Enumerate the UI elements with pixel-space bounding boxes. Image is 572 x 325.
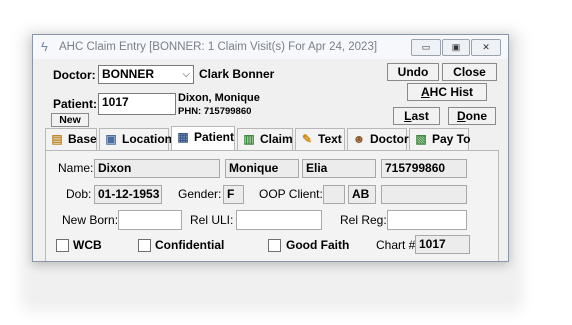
rel-uli-label: Rel ULI: (190, 213, 234, 227)
undo-button[interactable]: Undo (387, 63, 439, 81)
gender-value: F (227, 187, 235, 201)
dob-label: Dob: (66, 187, 92, 201)
tab-location[interactable]: ▣ Location (99, 128, 172, 150)
province-extra-field[interactable] (381, 185, 467, 204)
rel-reg-label: Rel Reg: (340, 213, 387, 227)
lightning-icon: ϟ (41, 39, 48, 54)
close-window-button[interactable]: ✕ (471, 39, 501, 56)
minimize-button[interactable]: ▭ (411, 39, 441, 56)
first-name-value: Monique (229, 161, 279, 175)
undo-label: Undo (397, 65, 429, 79)
last-name-value: Dixon (98, 161, 132, 175)
patient-tab-panel: Name: Dixon Monique Elia 715799860 Dob: … (45, 150, 499, 261)
close-button[interactable]: Close (442, 63, 497, 81)
patient-name-display: Dixon, Monique (178, 92, 260, 104)
tab-pay-to[interactable]: ▧ Pay To (409, 128, 471, 150)
ahc-hist-label: HC Hist (429, 85, 473, 99)
window-title: AHC Claim Entry [BONNER: 1 Claim Visit(s… (59, 41, 378, 53)
tab-text[interactable]: ✎ Text (295, 128, 345, 150)
maximize-icon: ▣ (451, 42, 461, 52)
done-label: one (465, 109, 487, 123)
minimize-icon: ▭ (421, 42, 431, 52)
chart-number-label: Chart # (376, 238, 416, 252)
last-name-field[interactable]: Dixon (94, 159, 220, 178)
gender-label: Gender: (178, 187, 222, 201)
good-faith-checkbox[interactable] (268, 239, 281, 252)
close-label: Close (453, 65, 486, 79)
dob-value: 01-12-1953 (98, 187, 160, 201)
patient-number-value: 1017 (102, 95, 129, 109)
wcb-label: WCB (73, 238, 102, 252)
chart-number-value: 1017 (419, 237, 446, 251)
tab-text-label: Text (318, 132, 342, 146)
first-name-field[interactable]: Monique (225, 159, 299, 178)
tab-doctor[interactable]: ☻ Doctor (347, 128, 409, 150)
good-faith-label: Good Faith (286, 238, 350, 252)
payment-icon: ▧ (415, 132, 427, 146)
ahc-hist-button[interactable]: AHC Hist (407, 83, 487, 101)
title-bar[interactable]: ϟ AHC Claim Entry [BONNER: 1 Claim Visit… (33, 35, 508, 59)
dob-field[interactable]: 01-12-1953 (94, 185, 162, 204)
last-button[interactable]: Last (393, 107, 440, 125)
middle-name-value: Elia (306, 161, 328, 175)
done-mnemonic: D (456, 109, 466, 123)
patient-number-input[interactable]: 1017 (98, 93, 176, 115)
province-value: AB (352, 187, 370, 201)
patient-label: Patient: (53, 97, 98, 111)
maximize-button[interactable]: ▣ (442, 39, 470, 56)
middle-name-field[interactable]: Elia (302, 159, 376, 178)
tab-patient-label: Patient (194, 130, 235, 144)
done-button[interactable]: Done (448, 107, 496, 125)
oop-client-field[interactable] (323, 185, 345, 204)
wcb-checkbox[interactable] (56, 239, 69, 252)
tab-claim[interactable]: ▥ Claim (237, 128, 293, 150)
ahc-hist-mnemonic: A (420, 85, 430, 99)
tab-base[interactable]: ▤ Base (45, 128, 97, 150)
tab-location-label: Location (122, 132, 172, 146)
chevron-down-icon: ⌵ (182, 69, 190, 80)
doctor-full-name: Clark Bonner (199, 67, 275, 81)
tab-patient[interactable]: ▦ Patient (171, 126, 235, 151)
chart-number-field[interactable]: 1017 (415, 235, 470, 254)
newborn-input[interactable] (118, 210, 182, 230)
confidential-checkbox[interactable] (138, 239, 151, 252)
last-mnemonic: L (404, 109, 412, 123)
claim-entry-window: ϟ AHC Claim Entry [BONNER: 1 Claim Visit… (32, 34, 509, 262)
tab-claim-label: Claim (260, 132, 293, 146)
claim-form-icon: ▥ (243, 132, 255, 146)
patient-phn-display: PHN: 715799860 (178, 106, 252, 117)
last-label: ast (411, 109, 429, 123)
newborn-label: New Born: (62, 213, 119, 227)
pencil-icon: ✎ (301, 132, 313, 146)
phn-field[interactable]: 715799860 (381, 159, 467, 178)
province-field[interactable]: AB (348, 185, 376, 204)
tab-base-label: Base (68, 132, 97, 146)
doctor-select[interactable]: BONNER ⌵ (98, 65, 194, 84)
monitor-icon: ▣ (105, 132, 117, 146)
gender-field[interactable]: F (223, 185, 244, 204)
doctor-icon: ☻ (352, 132, 366, 146)
document-icon: ▤ (51, 132, 63, 146)
name-label: Name: (58, 161, 94, 175)
tab-pay-to-label: Pay To (432, 132, 471, 146)
doctor-label: Doctor: (53, 68, 96, 82)
new-button-label: New (59, 114, 81, 126)
rel-uli-input[interactable] (236, 210, 322, 230)
tab-doctor-label: Doctor (370, 132, 409, 146)
rel-reg-input[interactable] (387, 210, 467, 230)
new-patient-button[interactable]: New (51, 113, 89, 127)
patient-card-icon: ▦ (177, 130, 189, 144)
confidential-label: Confidential (155, 238, 225, 252)
phn-value: 715799860 (385, 161, 446, 175)
doctor-select-value: BONNER (102, 67, 155, 81)
oop-client-label: OOP Client: (259, 187, 323, 201)
close-icon: ✕ (482, 42, 490, 52)
